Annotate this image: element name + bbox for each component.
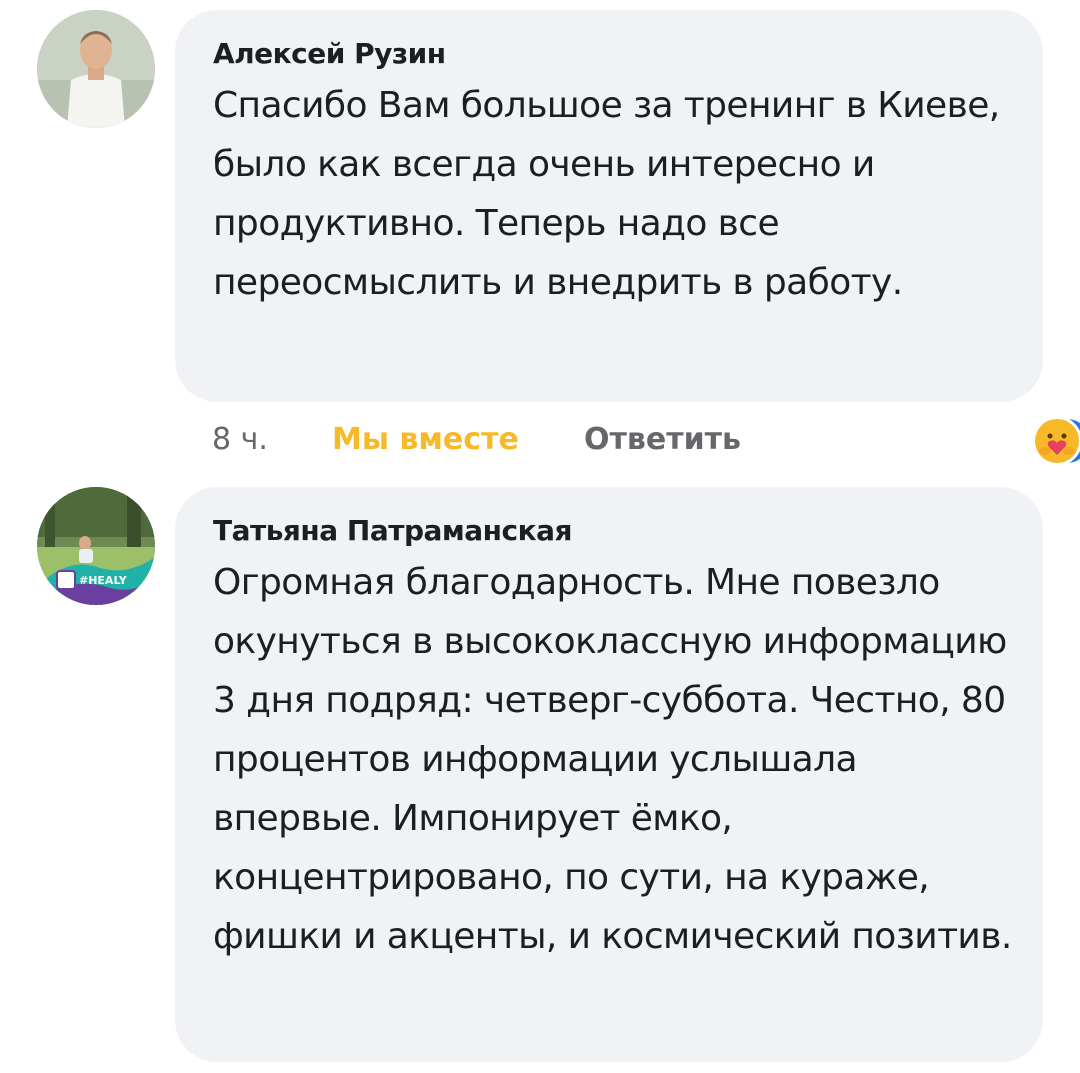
comment-author[interactable]: Татьяна Патраманская: [213, 513, 1013, 549]
avatar[interactable]: #HEALY: [37, 487, 155, 605]
avatar-badge: #HEALY: [79, 574, 128, 587]
comment-author[interactable]: Алексей Рузин: [213, 36, 1013, 72]
comment-actions: 8 ч. Мы вместе Ответить 2: [212, 412, 1080, 468]
avatar-photo: #HEALY: [37, 487, 155, 605]
avatar-photo: [37, 10, 155, 128]
reply-button[interactable]: Ответить: [584, 412, 741, 468]
comment-text: Огромная благодарность. Мне повезло окун…: [213, 562, 1012, 957]
like-button[interactable]: Мы вместе: [332, 412, 519, 468]
comment-bubble: Татьяна Патраманская Огромная благодарно…: [175, 487, 1043, 1062]
care-icon: [1032, 416, 1080, 466]
comment-timestamp[interactable]: 8 ч.: [212, 412, 268, 468]
comment-bubble: Алексей Рузин Спасибо Вам большое за тре…: [175, 10, 1043, 402]
avatar[interactable]: [37, 10, 155, 128]
comment-text: Спасибо Вам большое за тренинг в Киеве, …: [213, 85, 1000, 303]
